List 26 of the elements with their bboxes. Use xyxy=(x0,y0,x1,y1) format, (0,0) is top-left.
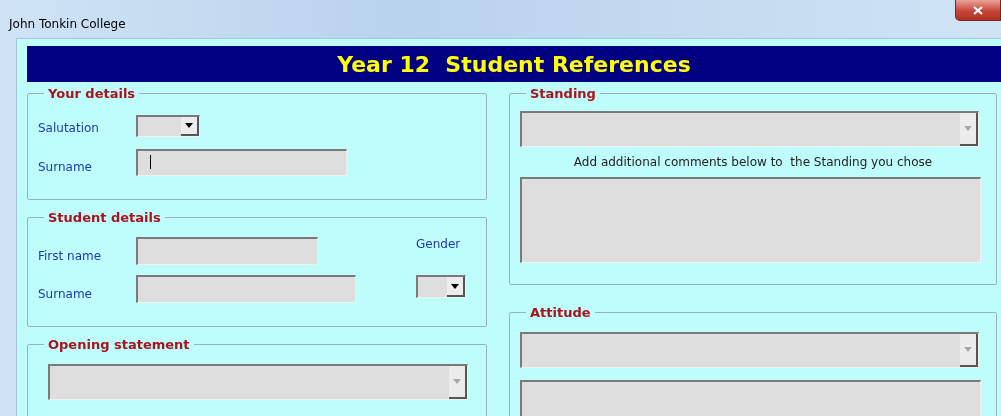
section-legend: Attitude xyxy=(526,305,595,320)
dropdown-arrow-icon xyxy=(453,379,461,384)
section-legend: Opening statement xyxy=(44,337,194,352)
window-title: John Tonkin College xyxy=(9,17,126,31)
dropdown-arrow-icon xyxy=(185,123,193,128)
dropdown-arrow-icon xyxy=(964,126,972,131)
dropdown[interactable] xyxy=(136,115,200,137)
instruction-text: Add additional comments below to the Standing you chose xyxy=(572,155,934,169)
section-legend: Student details xyxy=(44,210,165,225)
close-icon xyxy=(973,5,983,15)
dropdown[interactable] xyxy=(416,275,466,298)
text-field[interactable] xyxy=(136,149,347,176)
field-label: Surname xyxy=(38,287,93,303)
section-legend: Your details xyxy=(44,86,140,101)
close-button[interactable] xyxy=(955,0,1001,21)
field-label: Salutation xyxy=(38,121,100,137)
text-field[interactable] xyxy=(136,237,318,265)
field-label: Surname xyxy=(38,160,93,176)
field-label: First name xyxy=(38,249,103,265)
comments-box[interactable] xyxy=(520,177,981,263)
dropdown-arrow-icon xyxy=(451,283,459,289)
dropdown-arrow-icon xyxy=(964,347,972,352)
text-field[interactable] xyxy=(136,275,356,303)
banner-title: Year 12 Student References xyxy=(337,51,691,77)
section-legend: Standing xyxy=(526,86,600,101)
field-label: Gender xyxy=(416,237,462,253)
